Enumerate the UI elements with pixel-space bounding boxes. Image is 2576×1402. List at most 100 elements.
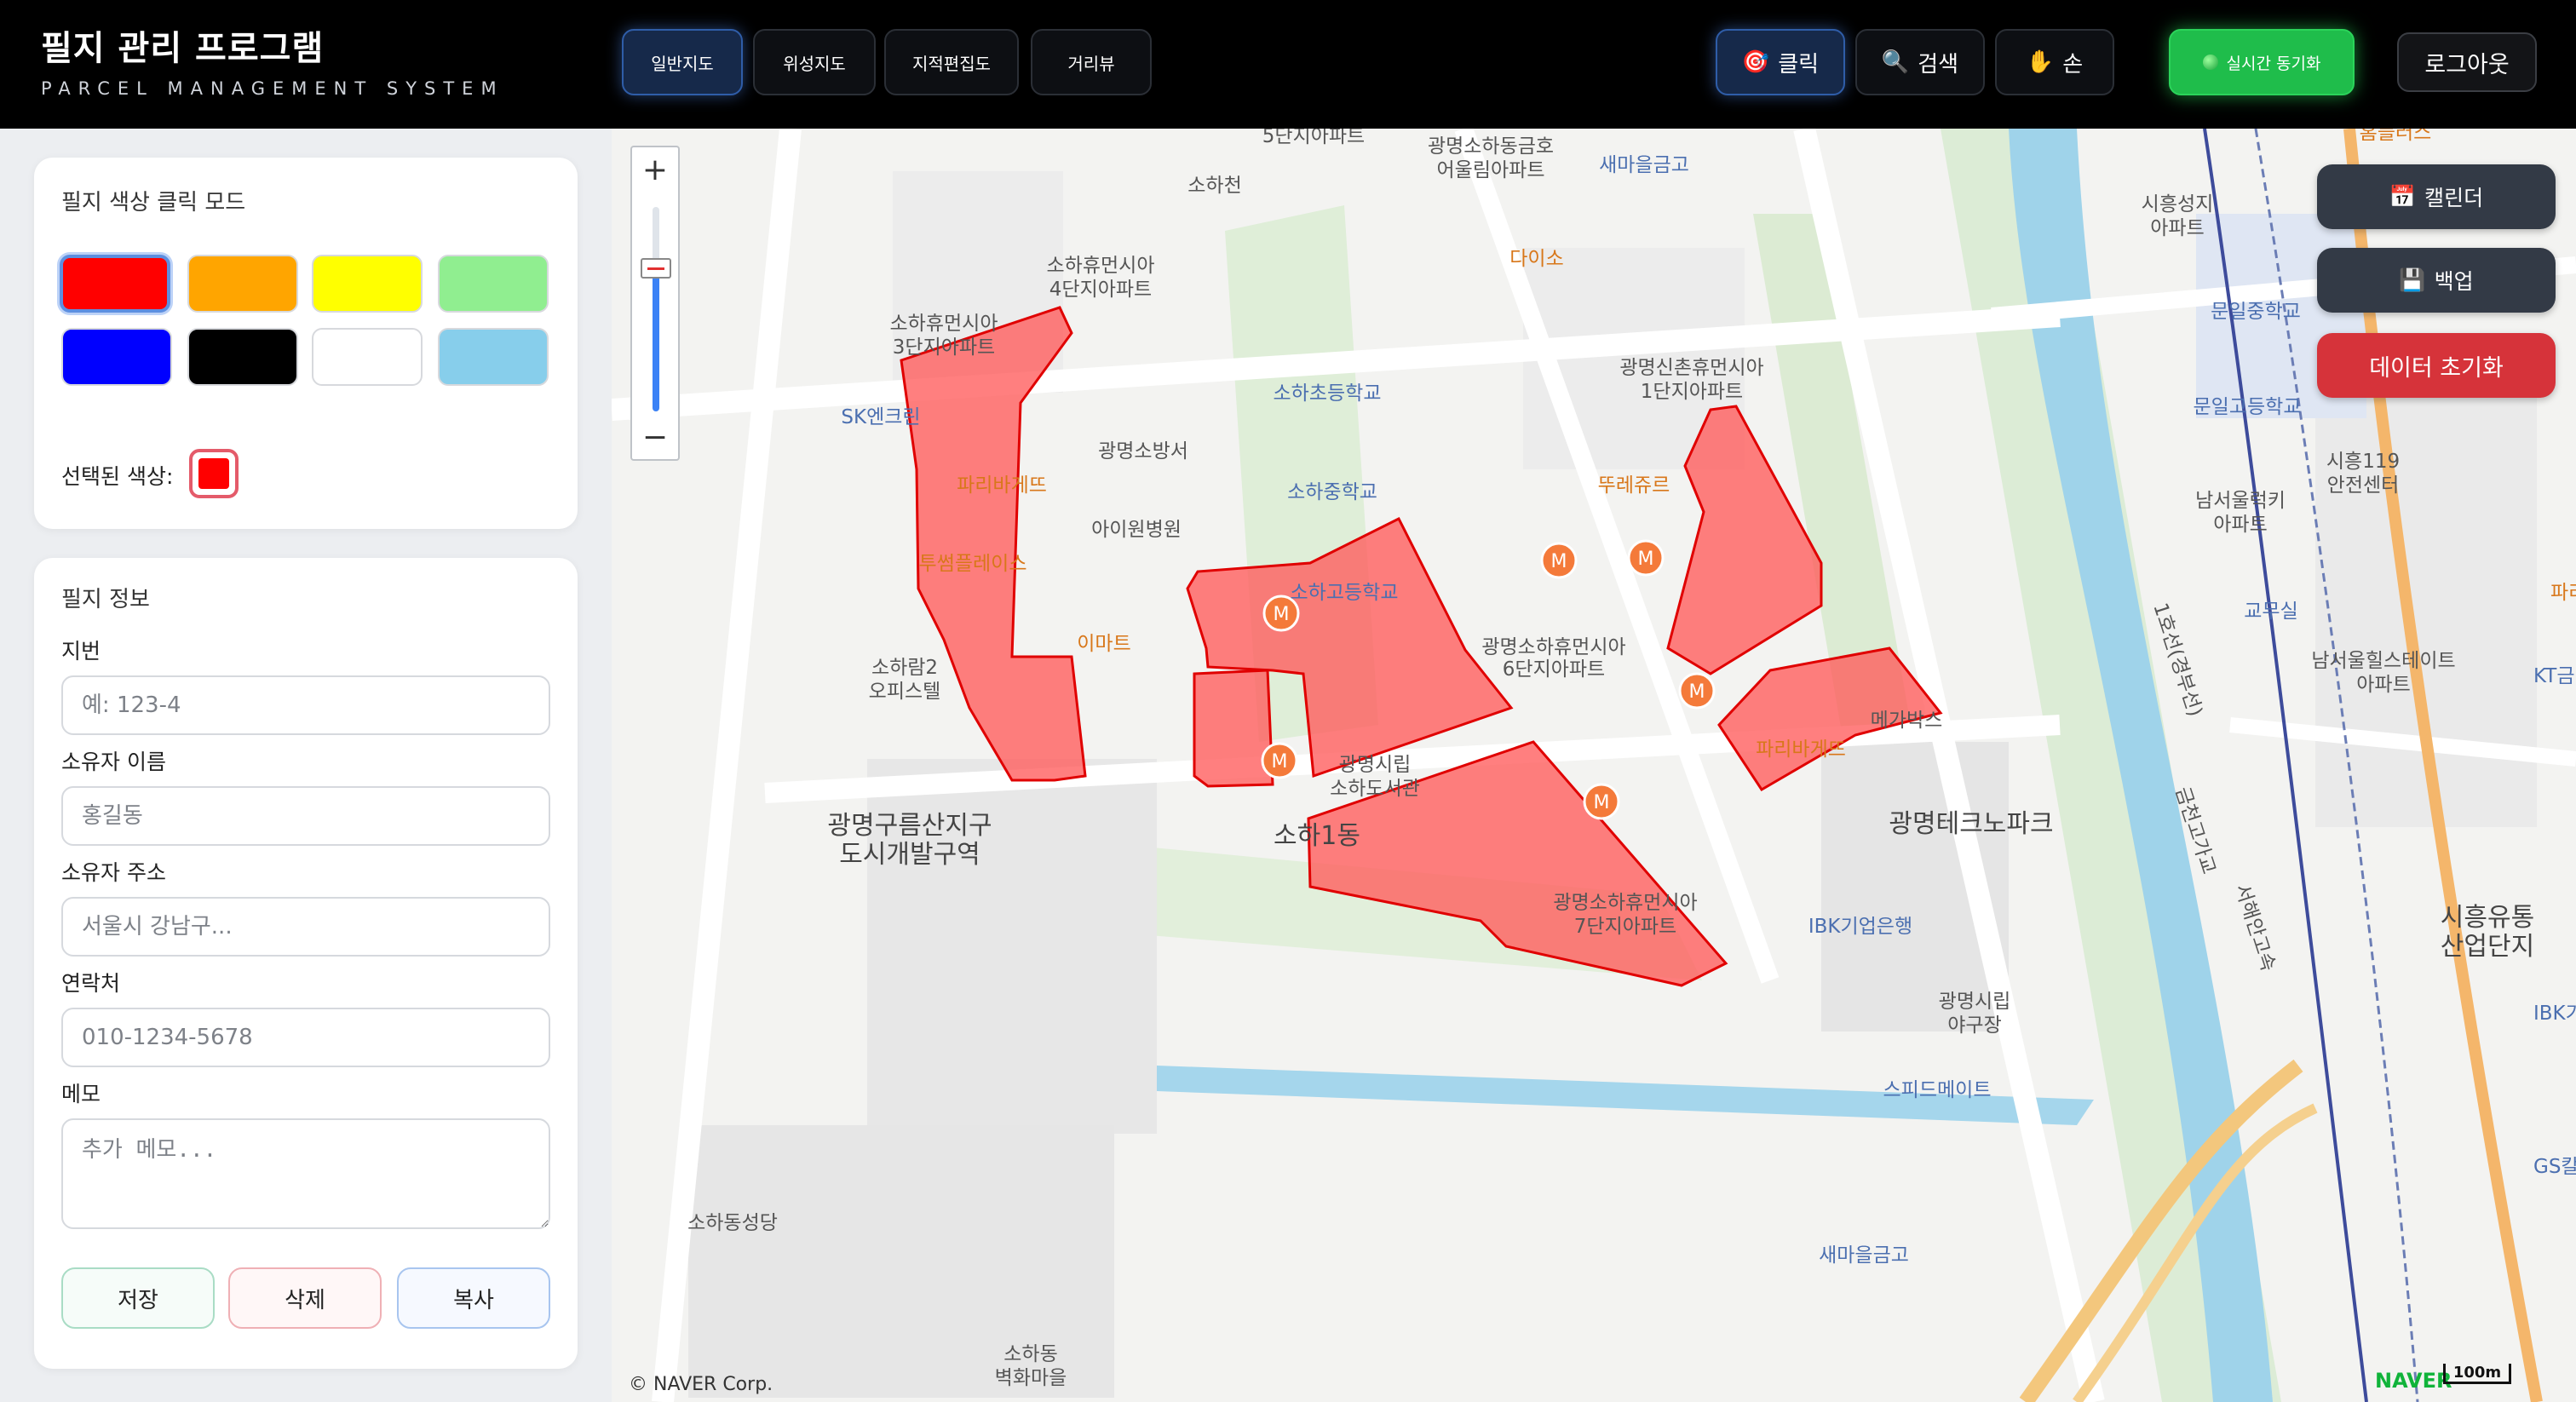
map-label: KT금 (2533, 665, 2575, 687)
contact-label: 연락처 (61, 971, 121, 996)
map-label: 소하1동 (1274, 821, 1360, 851)
app-title: 필지 관리 프로그램 (41, 29, 325, 68)
mode-hand-button[interactable]: ✋ 손 (1995, 29, 2114, 95)
zoom-level-fill (653, 268, 659, 411)
map-canvas[interactable]: MMM MMM 5단지아파트 광명소하동금호 어울림아파트 새마을금고 소하천 … (612, 129, 2576, 1402)
color-swatch-black[interactable] (187, 328, 298, 386)
map-label: 시흥성지 (2142, 193, 2214, 215)
save-disk-icon: 💾 (2399, 267, 2426, 292)
map-label: 문일중학교 (2211, 301, 2301, 323)
tab-street-view[interactable]: 거리뷰 (1031, 29, 1152, 95)
mode-label: 클릭 (1778, 51, 1820, 78)
color-panel-title: 필지 색상 클릭 모드 (61, 190, 246, 215)
map-copyright: © NAVER Corp. (629, 1374, 773, 1395)
reset-data-button[interactable]: 데이터 초기화 (2317, 333, 2556, 398)
tab-satellite-map[interactable]: 위성지도 (753, 29, 876, 95)
map-label: GS칼 (2533, 1156, 2576, 1178)
map-label: 벽화마을 (995, 1367, 1067, 1389)
map-label: 소하고등학교 (1291, 582, 1399, 604)
map-label: 1단지아파트 (1641, 381, 1743, 403)
color-swatch-blue[interactable] (61, 328, 172, 386)
zoom-handle[interactable] (641, 258, 671, 279)
tab-cadastral-map[interactable]: 지적편집도 (884, 29, 1019, 95)
map-label: 뚜레쥬르 (1598, 474, 1670, 497)
map-label: 아이원병원 (1091, 519, 1182, 541)
map-label: 소하천 (1187, 175, 1241, 197)
selected-color-label: 선택된 색상: (61, 464, 174, 489)
naver-logo: NAVER (2375, 1369, 2452, 1393)
backup-button[interactable]: 💾 백업 (2317, 248, 2556, 313)
calendar-button[interactable]: 📅 캘린더 (2317, 164, 2556, 229)
contact-input[interactable] (61, 1008, 550, 1067)
mode-search-button[interactable]: 🔍 검색 (1855, 29, 1985, 95)
jibun-input[interactable] (61, 675, 550, 735)
map-label: 아파트 (2150, 217, 2204, 239)
color-swatch-yellow[interactable] (312, 255, 423, 313)
map-label: 서해안고속 (2230, 882, 2279, 974)
map-label: 스피드메이트 (1883, 1079, 1992, 1101)
save-label: 저장 (118, 1287, 158, 1313)
map-label: 남서울럭키 (2195, 490, 2286, 512)
map-label: 소하휴먼시아 (1047, 255, 1155, 277)
color-swatch-lightgreen[interactable] (438, 255, 549, 313)
delete-button[interactable]: 삭제 (228, 1267, 382, 1329)
map-label: 도시개발구역 (839, 840, 980, 870)
map-label: 광명구름산지구 (827, 811, 992, 841)
map-label: SK엔크린 (841, 406, 920, 428)
top-header: 필지 관리 프로그램 PARCEL MANAGEMENT SYSTEM 일반지도… (0, 0, 2576, 129)
map-label: 소하동 (1003, 1343, 1057, 1365)
map-label: 야구장 (1947, 1014, 2001, 1037)
map-label: 새마을금고 (1599, 154, 1689, 176)
map-label: 안전센터 (2327, 474, 2400, 497)
svg-text:M: M (1689, 681, 1705, 703)
map-label: 산업단지 (2441, 932, 2534, 962)
logout-button[interactable]: 로그아웃 (2397, 32, 2537, 92)
color-swatch-white[interactable] (312, 328, 423, 386)
parcel-info-title: 필지 정보 (61, 587, 150, 612)
map-label: 소하람2 (871, 657, 938, 679)
map-label: 광명소하휴먼시아 (1481, 636, 1625, 658)
reset-label: 데이터 초기화 (2369, 354, 2504, 382)
svg-text:M: M (1594, 792, 1610, 813)
search-icon: 🔍 (1881, 49, 1910, 75)
map-label: 오피스텔 (869, 681, 941, 703)
selected-color-preview (189, 449, 239, 498)
zoom-slider[interactable] (641, 207, 671, 411)
memo-textarea[interactable] (61, 1118, 550, 1229)
map-label: 5단지아파트 (1262, 129, 1365, 147)
parcel-3[interactable] (1193, 669, 1274, 788)
zoom-out-button[interactable]: − (632, 415, 678, 459)
map-label: 시흥유통 (2441, 903, 2534, 933)
map-label: 투썸플레이스 (919, 553, 1027, 575)
target-icon: 🎯 (1741, 49, 1770, 75)
owner-address-input[interactable] (61, 897, 550, 957)
save-button[interactable]: 저장 (61, 1267, 215, 1329)
zoom-control: + − (630, 146, 680, 461)
color-swatch-red[interactable] (60, 255, 170, 313)
map-label: 파리바게뜨 (957, 474, 1047, 497)
map-label: 다이소 (1509, 248, 1563, 270)
jibun-label: 지번 (61, 639, 101, 664)
zoom-in-button[interactable]: + (632, 147, 678, 192)
tab-normal-map[interactable]: 일반지도 (622, 29, 743, 95)
tab-label: 지적편집도 (912, 53, 991, 74)
status-dot-icon (2202, 55, 2218, 70)
map-label: 파리바게뜨 (1756, 738, 1846, 761)
owner-name-input[interactable] (61, 786, 550, 846)
realtime-sync-button[interactable]: 실시간 동기화 (2169, 29, 2355, 95)
map-scale: 100m (2443, 1364, 2511, 1384)
color-swatch-orange[interactable] (187, 255, 298, 313)
copy-button[interactable]: 복사 (397, 1267, 550, 1329)
map-label: 이마트 (1077, 633, 1130, 655)
backup-label: 백업 (2434, 269, 2474, 294)
map-label: 광명소하휴먼시아 (1553, 892, 1697, 914)
owner-name-label: 소유자 이름 (61, 750, 166, 774)
mode-click-button[interactable]: 🎯 클릭 (1716, 29, 1845, 95)
app-subtitle: PARCEL MANAGEMENT SYSTEM (41, 78, 504, 99)
color-swatch-skyblue[interactable] (438, 328, 549, 386)
map-label: 소하동성당 (687, 1212, 778, 1234)
svg-text:M: M (1638, 549, 1654, 570)
sync-label: 실시간 동기화 (2226, 54, 2321, 73)
map-label: 광명시립 (1939, 991, 2011, 1013)
map-label: 교무실 (2244, 600, 2297, 623)
